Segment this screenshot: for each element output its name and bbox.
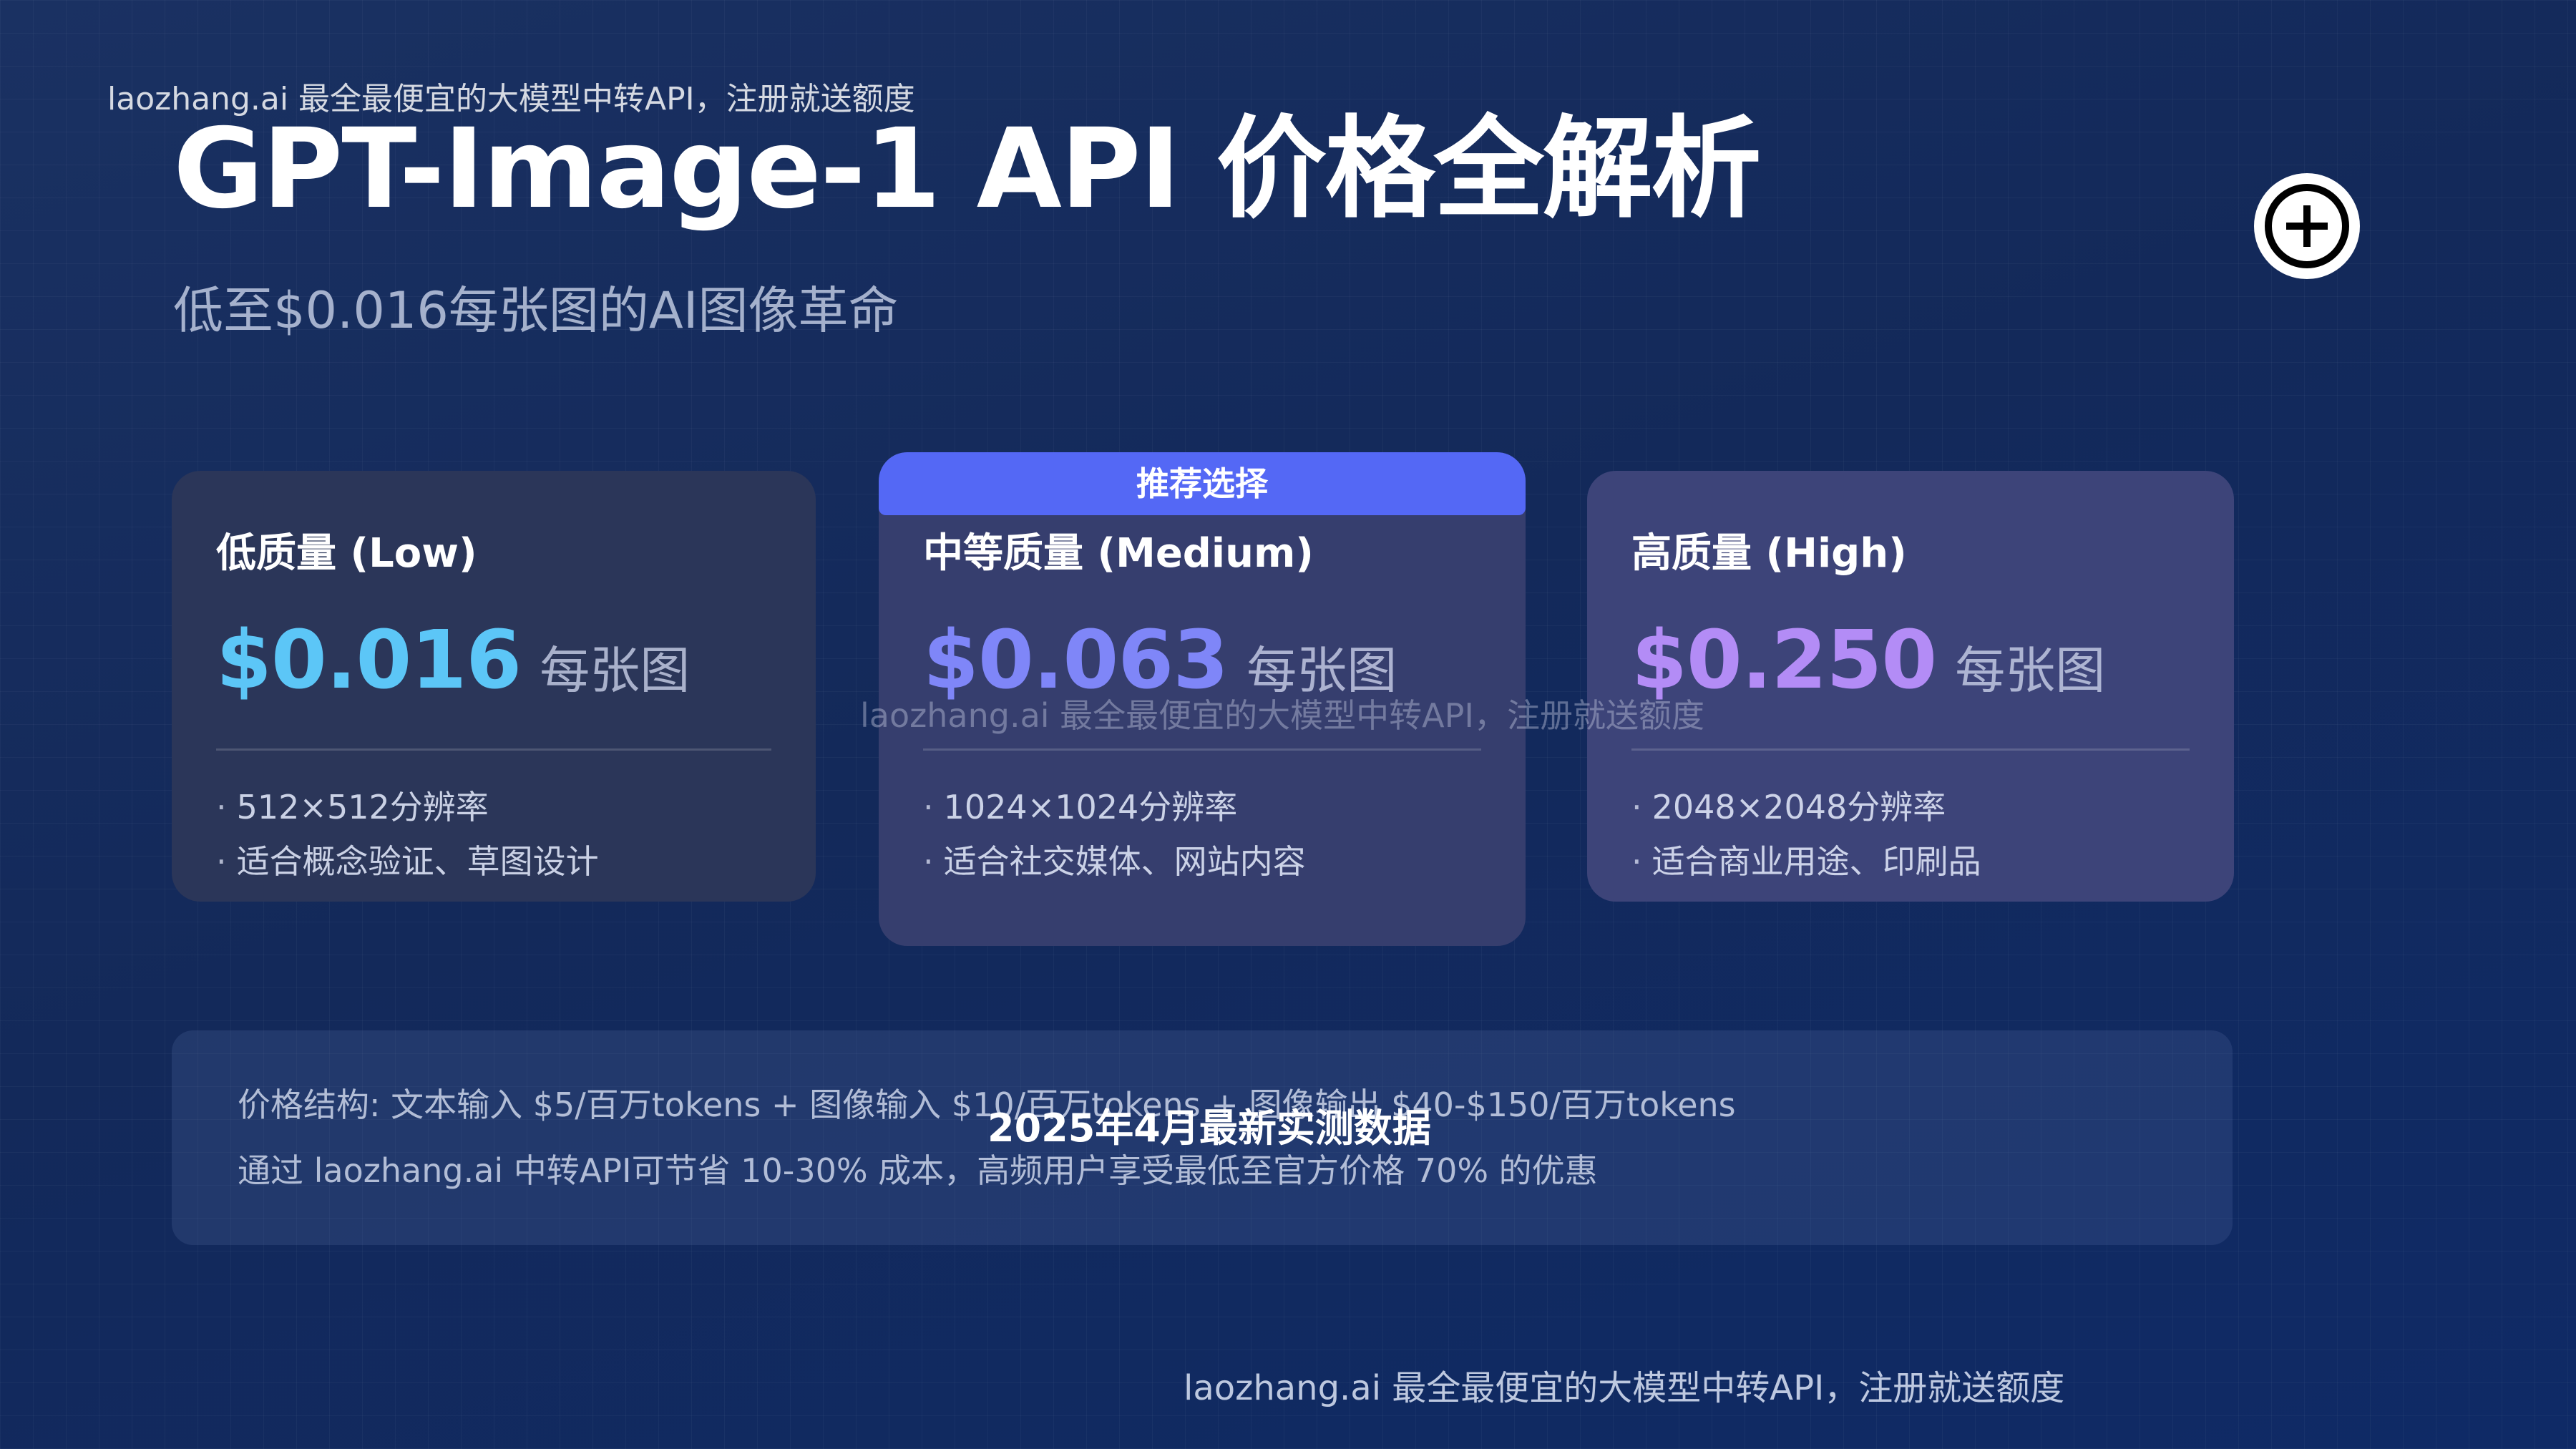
bullet-icon: · [923,842,934,881]
divider [1631,748,2190,751]
feature-text: 2048×2048分辨率 [1652,788,1946,826]
feature-text: 适合概念验证、草图设计 [236,842,599,881]
pricing-card-high[interactable]: 高质量 (High) $0.250 每张图 · 2048×2048分辨率 · 适合商… [1587,471,2234,902]
price-value: $0.016 [216,614,522,707]
feature-text: 512×512分辨率 [236,788,489,826]
feature-item: · 适合商业用途、印刷品 [1631,834,1981,889]
price-unit: 每张图 [540,641,691,700]
card-title: 高质量 (High) [1631,530,1907,577]
feature-item: · 适合社交媒体、网站内容 [923,834,1306,889]
bullet-icon: · [923,788,934,826]
recommended-badge: 推荐选择 [879,452,1526,515]
bullet-icon: · [1631,842,1642,881]
price-row: $0.016 每张图 [216,614,690,707]
page-subtitle: 低至$0.016每张图的AI图像革命 [173,281,899,340]
feature-item: · 2048×2048分辨率 [1631,780,1981,834]
card-title: 中等质量 (Medium) [923,530,1314,577]
feature-text: 1024×1024分辨率 [943,788,1238,826]
feature-item: · 512×512分辨率 [216,780,599,834]
feature-text: 适合商业用途、印刷品 [1652,842,1981,881]
bullet-icon: · [216,788,227,826]
pricing-info-box: 价格结构: 文本输入 $5/百万tokens + 图像输入 $10/百万toke… [172,1030,2233,1245]
data-date-label: 2025年4月最新实测数据 [987,1106,1431,1151]
divider [923,748,1481,751]
divider [216,748,771,751]
feature-item: · 1024×1024分辨率 [923,780,1306,834]
feature-list: · 512×512分辨率 · 适合概念验证、草图设计 [216,780,599,889]
bullet-icon: · [1631,788,1642,826]
watermark-bottom: laozhang.ai 最全最便宜的大模型中转API，注册就送额度 [1184,1368,2065,1408]
price-unit: 每张图 [1955,641,2106,700]
feature-list: · 1024×1024分辨率 · 适合社交媒体、网站内容 [923,780,1306,889]
add-button[interactable] [2254,173,2360,279]
page-title: GPT-Image-1 API 价格全解析 [173,105,1762,233]
card-title: 低质量 (Low) [216,530,477,577]
feature-item: · 适合概念验证、草图设计 [216,834,599,889]
pricing-structure-text: 价格结构: 文本输入 $5/百万tokens + 图像输入 $10/百万toke… [238,1085,1736,1124]
feature-text: 适合社交媒体、网站内容 [943,842,1306,881]
pricing-card-low[interactable]: 低质量 (Low) $0.016 每张图 · 512×512分辨率 · 适合概念验证… [172,471,816,902]
plus-circle-icon [2265,184,2349,268]
watermark-middle: laozhang.ai 最全最便宜的大模型中转API，注册就送额度 [860,696,1704,735]
bullet-icon: · [216,842,227,881]
feature-list: · 2048×2048分辨率 · 适合商业用途、印刷品 [1631,780,1981,889]
plus-icon [2286,205,2328,247]
